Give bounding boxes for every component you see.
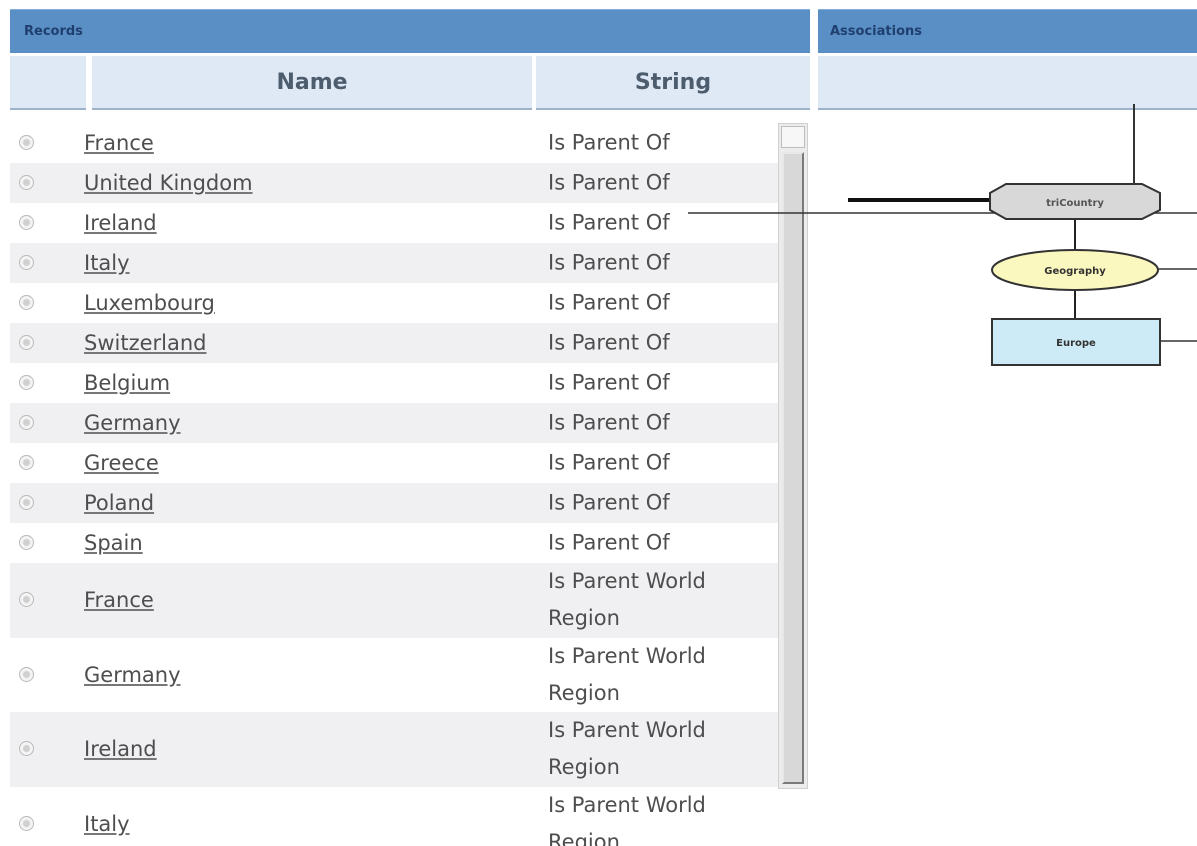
- europe-label: Europe: [1056, 338, 1096, 349]
- association-diagram: triCountry Geography Europe: [688, 104, 1197, 366]
- geography-node[interactable]: Geography: [991, 249, 1159, 291]
- europe-node[interactable]: Europe: [991, 318, 1161, 366]
- tricountry-label: triCountry: [1046, 198, 1104, 209]
- geography-label: Geography: [1044, 266, 1106, 277]
- tricountry-node[interactable]: triCountry: [989, 183, 1161, 220]
